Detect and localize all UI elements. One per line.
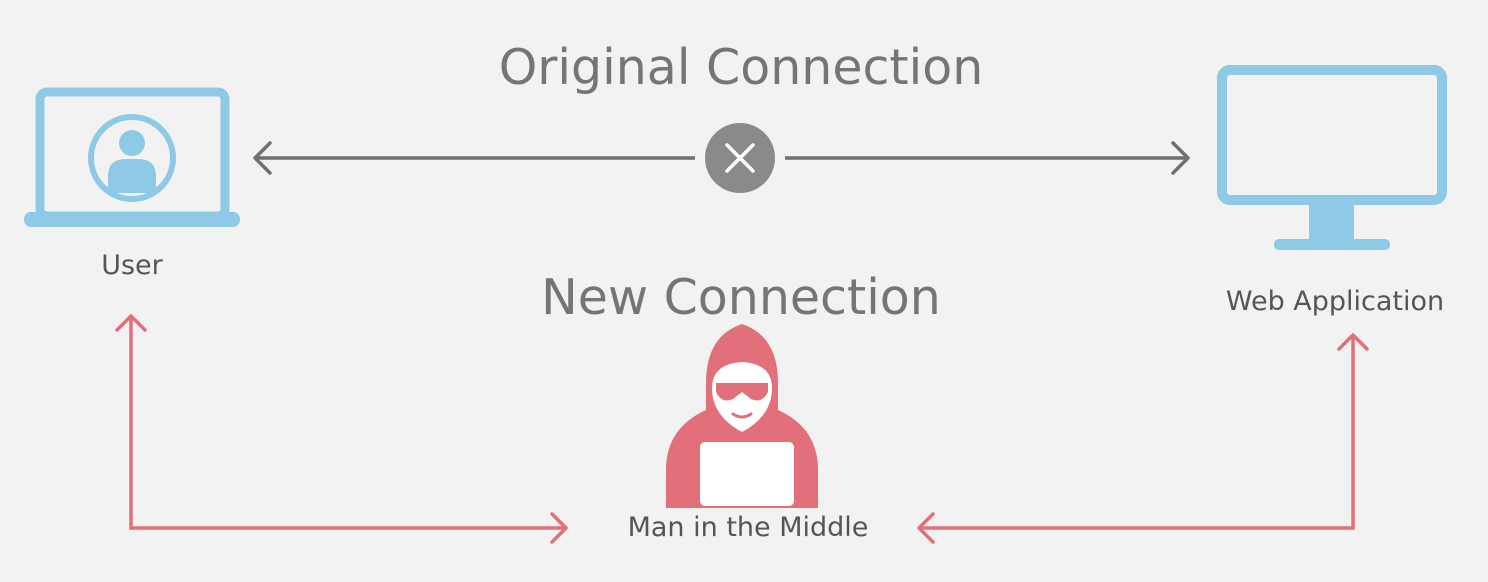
mitm-to-user-arrow xyxy=(115,314,568,544)
monitor-stand xyxy=(1274,239,1390,250)
man-in-the-middle-label: Man in the Middle xyxy=(627,512,869,543)
user-avatar-body xyxy=(108,159,156,193)
arrow-path-web xyxy=(919,335,1355,530)
laptop-base xyxy=(24,212,240,227)
x-circle-icon xyxy=(705,123,775,193)
mitm-to-web-arrow xyxy=(917,333,1369,544)
web-application-label: Web Application xyxy=(1225,286,1445,317)
monitor-icon xyxy=(1217,65,1447,250)
hooded-hacker-icon xyxy=(666,324,818,508)
original-connection-heading: Original Connection xyxy=(498,39,984,96)
arrow-path-user xyxy=(129,316,566,530)
laptop-user-icon xyxy=(24,87,240,227)
user-label: User xyxy=(101,250,163,281)
hacker-laptop xyxy=(700,442,794,506)
mitm-diagram: Original Connection New Connection User … xyxy=(0,0,1488,582)
user-avatar-head xyxy=(119,130,145,156)
original-connection-arrow xyxy=(253,123,1190,193)
monitor-neck xyxy=(1309,200,1354,240)
